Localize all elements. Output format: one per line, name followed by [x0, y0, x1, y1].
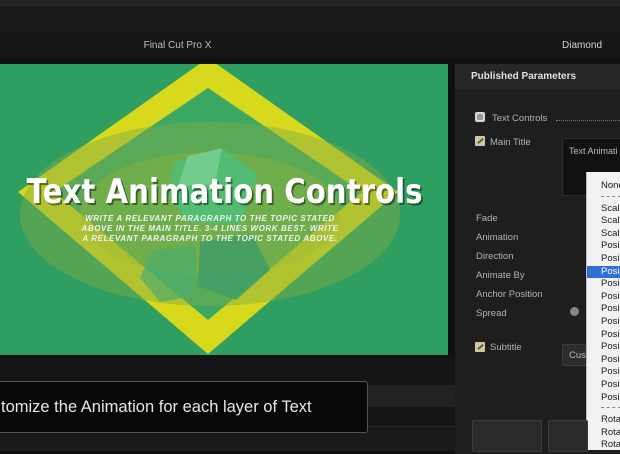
toolbar-strip — [0, 0, 620, 6]
dropdown-item-selected[interactable]: Posi — [587, 265, 620, 279]
dropdown-separator — [601, 195, 620, 203]
dropdown-item[interactable]: Posi — [587, 303, 620, 316]
dropdown-item[interactable]: Posi — [587, 341, 620, 354]
main-title-edit-icon[interactable] — [475, 136, 485, 146]
dropdown-separator — [601, 407, 620, 414]
subtitle-label: Subtitle — [490, 342, 522, 353]
video-title-text: Text Animation Controls — [26, 172, 423, 212]
spread-slider-knob[interactable] — [570, 307, 579, 316]
text-animation-popup-label: Text Animati — [569, 146, 618, 156]
dropdown-item[interactable]: Posi — [587, 240, 620, 253]
dropdown-item[interactable]: Posi — [587, 379, 620, 392]
inspector-header-label: Published Parameters — [471, 71, 577, 82]
dropdown-item[interactable]: Posi — [587, 291, 620, 304]
video-viewer[interactable]: Text Animation Controls WRITE A RELEVANT… — [0, 64, 448, 355]
dropdown-item[interactable]: Rota — [587, 439, 620, 450]
dropdown-item[interactable]: Scal — [587, 228, 620, 241]
param-fade: Fade — [476, 213, 498, 224]
animation-dropdown-menu[interactable]: None Scal Scal Scal Posi Posi Posi Posi … — [586, 172, 620, 450]
main-title-label: Main Title — [490, 137, 531, 148]
thumbnail-tile[interactable] — [472, 420, 542, 452]
text-controls-label: Text Controls — [492, 113, 548, 124]
dropdown-item[interactable]: None — [587, 180, 620, 193]
window-toolbar — [0, 0, 620, 33]
param-direction: Direction — [476, 251, 514, 262]
caption-banner: tomize the Animation for each layer of T… — [0, 381, 368, 433]
dropdown-item[interactable]: Rota — [587, 427, 620, 440]
text-controls-checkbox[interactable] — [475, 112, 485, 122]
param-animation: Animation — [476, 232, 519, 243]
param-animate-by: Animate By — [476, 270, 525, 281]
dropdown-item[interactable]: Posi — [587, 366, 620, 379]
dropdown-item[interactable]: Posi — [587, 392, 620, 405]
video-paragraph-text: WRITE A RELEVANT PARAGRAPH TO THE TOPIC … — [81, 214, 339, 243]
param-anchor-position: Anchor Position — [476, 289, 543, 300]
dropdown-item[interactable]: Posi — [587, 316, 620, 329]
dropdown-item[interactable]: Scal — [587, 215, 620, 228]
dropdown-item[interactable]: Posi — [587, 253, 620, 266]
dropdown-item[interactable]: Posi — [587, 354, 620, 367]
inspector-header: Published Parameters — [455, 64, 620, 91]
custom-button-label: Cus — [569, 350, 586, 361]
leader-dots — [556, 120, 620, 121]
caption-banner-text: tomize the Animation for each layer of T… — [1, 398, 312, 416]
param-spread: Spread — [476, 308, 507, 319]
subtitle-edit-icon[interactable] — [475, 342, 485, 352]
dropdown-item[interactable]: Rota — [587, 414, 620, 427]
thumbnail-tile[interactable] — [548, 420, 588, 452]
dropdown-item[interactable]: Posi — [587, 278, 620, 291]
dropdown-item[interactable]: Posi — [587, 329, 620, 342]
dropdown-item[interactable]: Scal — [587, 203, 620, 216]
app-title: Final Cut Pro X — [143, 40, 212, 51]
project-title: Diamond — [562, 40, 603, 51]
